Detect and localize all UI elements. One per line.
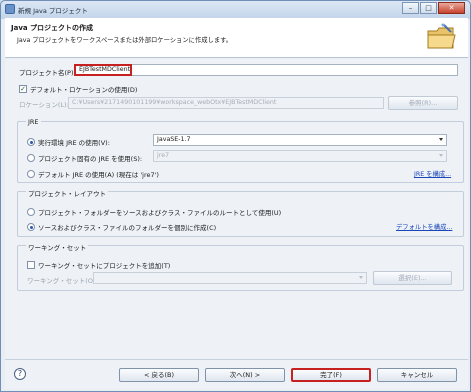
jre-project-label: プロジェクト固有の JRE を使用(S):	[38, 155, 143, 163]
jre-env-value: JavaSE-1.7	[157, 136, 191, 143]
jre-default-option[interactable]: デフォルト JRE の使用(A) (現在は 'jre7')	[27, 169, 159, 179]
page-title: Java プロジェクトの作成	[11, 24, 94, 32]
next-button[interactable]: 次へ(N) >	[205, 368, 285, 382]
working-set-checkbox[interactable]	[27, 261, 35, 269]
close-button[interactable]: ✕	[438, 2, 465, 14]
layout-separate-label: ソースおよびクラス・ファイルのフォルダーを個別に作成(C)	[38, 224, 217, 232]
window-controls: – □ ✕	[401, 2, 465, 14]
minimize-button[interactable]: –	[402, 2, 419, 14]
layout-root-label: プロジェクト・フォルダーをソースおよびクラス・ファイルのルートとして使用(U)	[38, 209, 282, 217]
jre-env-radio[interactable]	[27, 138, 35, 146]
jre-env-select[interactable]: JavaSE-1.7	[153, 134, 447, 146]
jre-env-label: 実行環境 JRE の使用(V):	[38, 139, 110, 147]
default-location-row[interactable]: ✓ デフォルト・ロケーションの使用(D)	[19, 84, 137, 94]
configure-jre-link[interactable]: JRE を構成...	[414, 169, 451, 178]
jre-group-title: JRE	[26, 118, 41, 126]
maximize-button[interactable]: □	[420, 2, 437, 14]
jre-project-radio[interactable]	[27, 154, 35, 162]
cancel-button[interactable]: キャンセル	[377, 368, 457, 382]
browse-button[interactable]: 参照(R)...	[388, 96, 458, 110]
layout-separate-option[interactable]: ソースおよびクラス・ファイルのフォルダーを個別に作成(C)	[27, 222, 216, 232]
project-name-row: プロジェクト名(P):	[19, 67, 76, 77]
default-location-label: デフォルト・ロケーションの使用(D)	[30, 86, 138, 94]
help-icon[interactable]: ?	[14, 368, 26, 380]
back-button[interactable]: < 戻る(B)	[119, 368, 199, 382]
layout-group-title: プロジェクト・レイアウト	[26, 188, 108, 198]
layout-root-option[interactable]: プロジェクト・フォルダーをソースおよびクラス・ファイルのルートとして使用(U)	[27, 207, 281, 217]
project-name-input[interactable]: EJBTestMDClient	[74, 64, 132, 76]
jre-default-radio[interactable]	[27, 170, 35, 178]
working-set-group-title: ワーキング・セット	[26, 242, 89, 252]
configure-defaults-link[interactable]: デフォルトを構成...	[396, 222, 452, 231]
window-title: 新規 Java プロジェクト	[18, 7, 88, 15]
jre-project-option[interactable]: プロジェクト固有の JRE を使用(S):	[27, 153, 142, 163]
default-location-checkbox[interactable]: ✓	[19, 85, 27, 93]
finish-button[interactable]: 完了(F)	[291, 368, 371, 382]
dialog-window: 新規 Java プロジェクト – □ ✕ Java プロジェクトの作成 Java…	[0, 0, 471, 392]
select-working-set-button[interactable]: 選択(E)...	[373, 271, 452, 285]
project-name-label: プロジェクト名(P):	[19, 69, 76, 77]
page-description: Java プロジェクトをワークスペースまたは外部ロケーションに作成します。	[17, 37, 233, 44]
location-row: ロケーション(L):	[19, 99, 69, 109]
jre-project-select[interactable]: jre7	[153, 150, 447, 162]
dropdown-arrow-icon	[439, 154, 443, 157]
working-sets-row: ワーキング・セット(O):	[27, 275, 98, 285]
wizard-footer: ? < 戻る(B) 次へ(N) > 完了(F) キャンセル	[5, 359, 468, 389]
wizard-content: プロジェクト名(P): EJBTestMDClient ✓ デフォルト・ロケーシ…	[5, 59, 468, 359]
app-icon	[5, 4, 15, 14]
location-label: ロケーション(L):	[19, 101, 69, 109]
layout-separate-radio[interactable]	[27, 223, 35, 231]
layout-root-radio[interactable]	[27, 208, 35, 216]
dropdown-arrow-icon	[359, 276, 363, 279]
jre-project-value: jre7	[157, 152, 170, 159]
folder-wizard-icon	[427, 23, 456, 49]
working-sets-label: ワーキング・セット(O):	[27, 277, 98, 285]
working-set-add-label: ワーキング・セットにプロジェクトを追加(T)	[38, 262, 171, 270]
location-input[interactable]: C:¥Users¥2171490101199¥workspace_webOtx¥…	[68, 97, 384, 109]
wizard-header: Java プロジェクトの作成 Java プロジェクトをワークスペースまたは外部ロ…	[5, 18, 468, 58]
jre-default-label: デフォルト JRE の使用(A) (現在は 'jre7')	[38, 171, 159, 179]
jre-env-option[interactable]: 実行環境 JRE の使用(V):	[27, 137, 110, 147]
working-set-add-option[interactable]: ワーキング・セットにプロジェクトを追加(T)	[27, 260, 170, 270]
dropdown-arrow-icon	[439, 138, 443, 141]
title-bar[interactable]: 新規 Java プロジェクト – □ ✕	[1, 1, 470, 18]
working-sets-select[interactable]	[93, 272, 367, 284]
